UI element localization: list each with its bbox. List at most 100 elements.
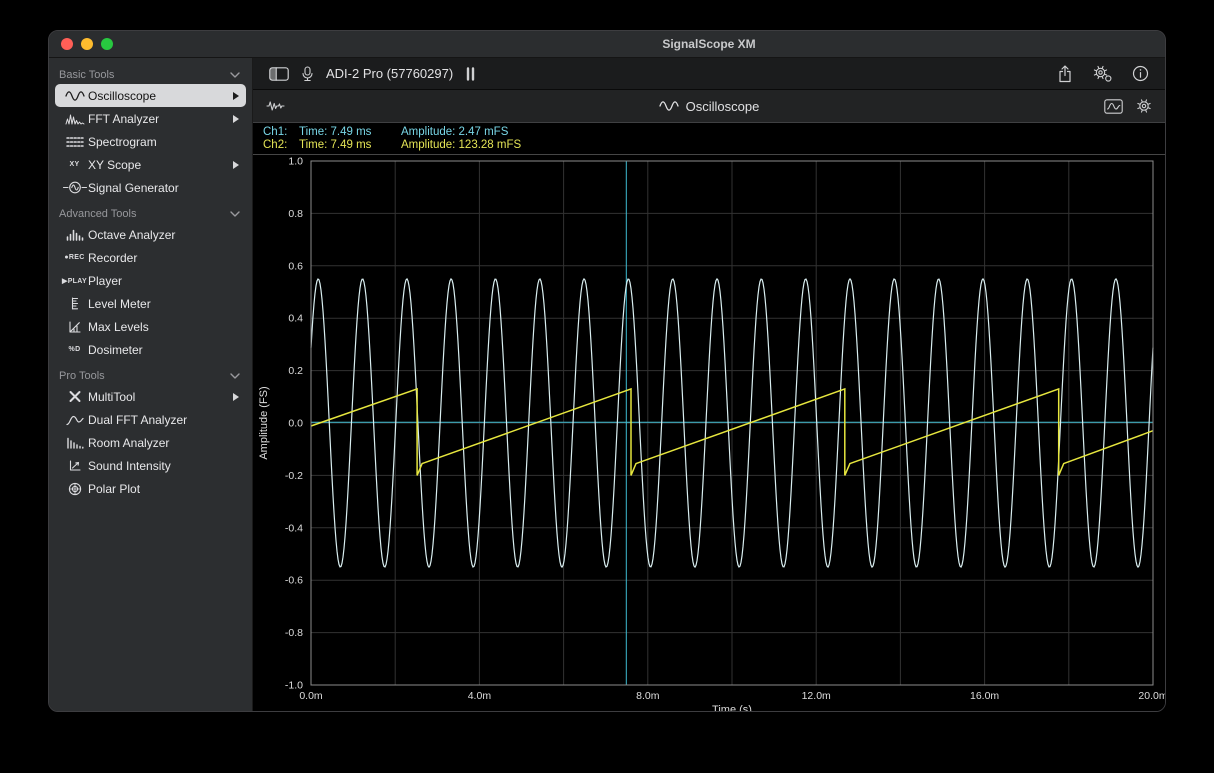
- oscilloscope-plot[interactable]: 1.00.80.60.40.20.0-0.2-0.4-0.6-0.8-1.00.…: [253, 155, 1166, 712]
- desktop: { "window": { "title": "SignalScope XM" …: [0, 0, 1214, 773]
- waveform-glyph-icon[interactable]: [266, 99, 285, 113]
- x-tick-label: 20.0m: [1138, 690, 1166, 702]
- toolbar-right: [1057, 65, 1149, 83]
- device-name[interactable]: ADI-2 Pro (57760297): [326, 66, 453, 81]
- chart-box-icon[interactable]: [1104, 99, 1123, 114]
- sidebar-item-label: Player: [88, 274, 122, 288]
- window-title: SignalScope XM: [253, 37, 1165, 51]
- room-analyzer-icon: [61, 437, 88, 449]
- submenu-arrow-icon[interactable]: [232, 91, 240, 101]
- ch1-amplitude: Amplitude: 2.47 mFS: [401, 126, 508, 139]
- sidebar-item-signal-generator[interactable]: Signal Generator: [55, 176, 246, 199]
- section-title: Advanced Tools: [59, 208, 136, 220]
- sidebar-item-label: Oscilloscope: [88, 89, 156, 103]
- traffic-lights: [49, 38, 113, 50]
- multitool-icon: [61, 390, 88, 403]
- cursor-readout: Ch1: Time: 7.49 ms Amplitude: 2.47 mFS C…: [253, 123, 1165, 155]
- tool-title-group: Oscilloscope: [253, 99, 1165, 114]
- pause-button[interactable]: [465, 67, 476, 81]
- sidebar-item-octave-analyzer[interactable]: Octave Analyzer: [55, 223, 246, 246]
- sidebar-item-recorder[interactable]: ●RECRecorder: [55, 246, 246, 269]
- y-tick-label: 0.0: [288, 418, 303, 430]
- section-header-basic-tools[interactable]: Basic Tools: [49, 60, 252, 84]
- sine-wave-icon: [61, 90, 88, 102]
- share-icon[interactable]: [1057, 65, 1073, 83]
- sidebar-item-label: Signal Generator: [88, 181, 179, 195]
- chevron-down-icon[interactable]: [230, 72, 240, 78]
- dosimeter-icon: %D: [61, 346, 88, 353]
- level-meter-icon: [61, 297, 88, 310]
- sidebar-item-label: Room Analyzer: [88, 436, 169, 450]
- section-title: Pro Tools: [59, 370, 105, 382]
- sidebar-item-label: XY Scope: [88, 158, 141, 172]
- subheader-right: [1104, 98, 1152, 114]
- sidebar-item-spectrogram[interactable]: Spectrogram: [55, 130, 246, 153]
- chevron-down-icon[interactable]: [230, 373, 240, 379]
- spectrogram-icon: [61, 136, 88, 148]
- sidebar-item-sound-intensity[interactable]: Sound Intensity: [55, 454, 246, 477]
- sidebar-item-oscilloscope[interactable]: Oscilloscope: [55, 84, 246, 107]
- tool-title: Oscilloscope: [686, 99, 760, 114]
- window-content: Basic Tools Oscilloscope FFT Analyzer Spect…: [49, 58, 1165, 711]
- ch2-time: Time: 7.49 ms: [299, 139, 401, 152]
- xy-scope-icon: XY: [61, 161, 88, 168]
- sidebar-item-label: Dual FFT Analyzer: [88, 413, 187, 427]
- sidebar: Basic Tools Oscilloscope FFT Analyzer Spect…: [49, 58, 253, 711]
- ch1-label: Ch1:: [263, 126, 299, 139]
- x-tick-label: 12.0m: [802, 690, 831, 702]
- section-header-pro-tools[interactable]: Pro Tools: [49, 361, 252, 385]
- sidebar-item-label: Octave Analyzer: [88, 228, 175, 242]
- signal-generator-icon: [61, 181, 88, 194]
- sidebar-item-level-meter[interactable]: Level Meter: [55, 292, 246, 315]
- sine-wave-icon: [659, 100, 679, 112]
- gear-icon[interactable]: [1136, 98, 1152, 114]
- polar-plot-icon: [61, 482, 88, 496]
- submenu-arrow-icon[interactable]: [232, 160, 240, 170]
- sidebar-item-label: Spectrogram: [88, 135, 157, 149]
- sidebar-toggle-icon[interactable]: [269, 67, 289, 81]
- sidebar-item-label: Level Meter: [88, 297, 151, 311]
- y-tick-label: 0.2: [288, 365, 303, 377]
- section-title: Basic Tools: [59, 69, 114, 81]
- submenu-arrow-icon[interactable]: [232, 114, 240, 124]
- y-axis-label: Amplitude (FS): [258, 386, 270, 459]
- sidebar-item-polar-plot[interactable]: Polar Plot: [55, 477, 246, 500]
- sidebar-item-xy-scope[interactable]: XYXY Scope: [55, 153, 246, 176]
- sidebar-item-label: Max Levels: [88, 320, 149, 334]
- sidebar-item-label: Recorder: [88, 251, 137, 265]
- ch2-label: Ch2:: [263, 139, 299, 152]
- input-device-icon[interactable]: [301, 66, 314, 82]
- minimize-button[interactable]: [81, 38, 93, 50]
- y-tick-label: -0.8: [285, 627, 303, 639]
- sidebar-item-dosimeter[interactable]: %DDosimeter: [55, 338, 246, 361]
- info-icon[interactable]: [1132, 65, 1149, 82]
- settings-gear-badge-icon[interactable]: [1093, 65, 1112, 82]
- y-tick-label: 0.6: [288, 260, 303, 272]
- y-tick-label: -0.6: [285, 575, 303, 587]
- chevron-down-icon[interactable]: [230, 211, 240, 217]
- x-tick-label: 0.0m: [299, 690, 323, 702]
- x-tick-label: 8.0m: [636, 690, 660, 702]
- sidebar-item-max-levels[interactable]: Max Levels: [55, 315, 246, 338]
- sidebar-item-multitool[interactable]: MultiTool: [55, 385, 246, 408]
- sidebar-item-label: Polar Plot: [88, 482, 140, 496]
- sidebar-item-dual-fft-analyzer[interactable]: Dual FFT Analyzer: [55, 408, 246, 431]
- zoom-button[interactable]: [101, 38, 113, 50]
- sound-intensity-icon: [61, 459, 88, 472]
- x-tick-label: 4.0m: [468, 690, 492, 702]
- y-tick-label: 0.8: [288, 208, 303, 220]
- app-window: SignalScope XM Basic Tools Oscilloscope FF…: [48, 30, 1166, 712]
- main-toolbar: ADI-2 Pro (57760297): [253, 58, 1165, 90]
- submenu-arrow-icon[interactable]: [232, 392, 240, 402]
- close-button[interactable]: [61, 38, 73, 50]
- sidebar-item-fft-analyzer[interactable]: FFT Analyzer: [55, 107, 246, 130]
- rec-icon: ●REC: [61, 254, 88, 261]
- titlebar[interactable]: SignalScope XM: [49, 31, 1165, 58]
- play-icon: ▶PLAY: [61, 277, 88, 285]
- section-header-advanced-tools[interactable]: Advanced Tools: [49, 199, 252, 223]
- sidebar-item-room-analyzer[interactable]: Room Analyzer: [55, 431, 246, 454]
- sidebar-item-player[interactable]: ▶PLAYPlayer: [55, 269, 246, 292]
- max-levels-icon: [61, 320, 88, 333]
- fft-icon: [61, 113, 88, 125]
- ch2-amplitude: Amplitude: 123.28 mFS: [401, 139, 521, 152]
